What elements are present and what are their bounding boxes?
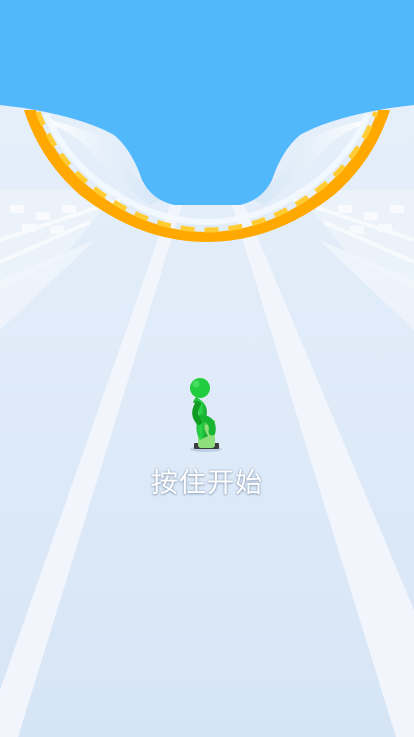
- hold-to-start-prompt[interactable]: 按住开始: [0, 464, 414, 504]
- game-viewport[interactable]: 按住开始: [0, 0, 414, 737]
- game-scene: [0, 0, 414, 737]
